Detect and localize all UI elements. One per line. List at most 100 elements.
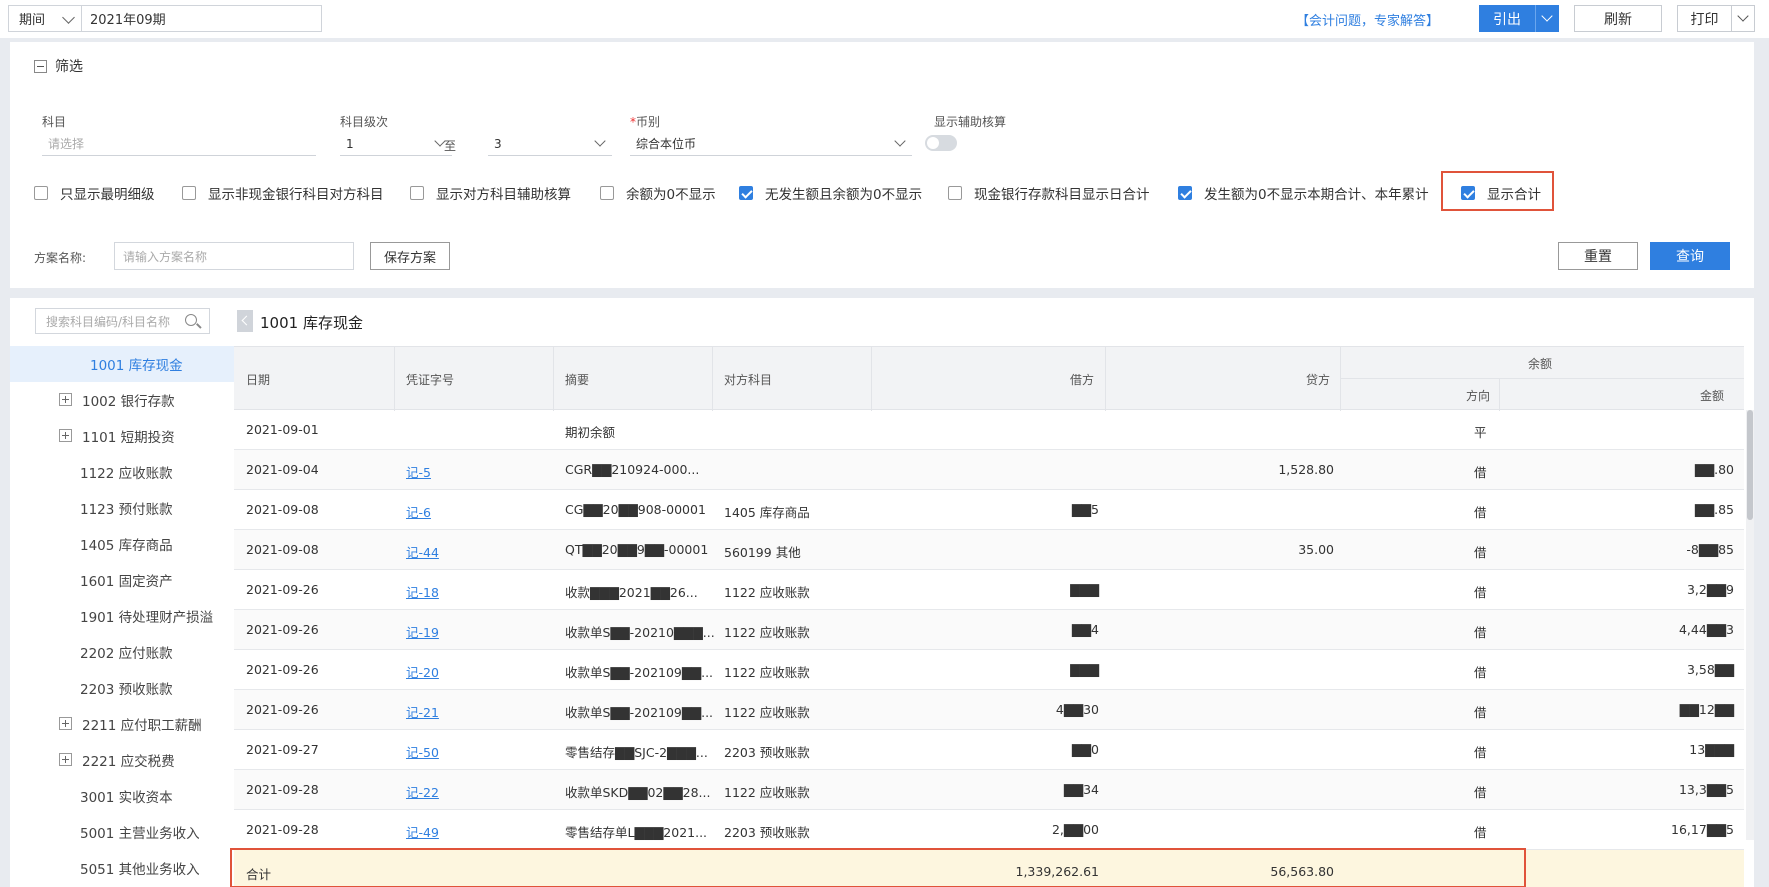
table-row[interactable]: 2021-09-27 记-50 零售结存▇▇SJC-2▇▇▇... 2203 预… <box>234 730 1744 770</box>
chevron-down-icon <box>594 135 606 147</box>
subject-select[interactable]: 请选择 <box>42 132 316 156</box>
expand-icon[interactable] <box>59 429 72 442</box>
vertical-scrollbar[interactable] <box>1746 410 1754 840</box>
tree-item[interactable]: 1122 应收账款 <box>10 454 234 490</box>
col-voucher: 凭证字号 <box>406 373 455 387</box>
table-row[interactable]: 2021-09-04 记-5 CGR▇▇210924-000... 1,528.… <box>234 450 1744 490</box>
table-row[interactable]: 2021-09-08 记-6 CG▇▇20▇▇908-00001 1405 库存… <box>234 490 1744 530</box>
cell-voucher-link[interactable]: 记-20 <box>406 662 439 681</box>
checkbox-daily-total[interactable]: 现金银行存款科目显示日合计 <box>948 183 1150 203</box>
checkbox-box-checked[interactable] <box>1178 186 1192 200</box>
cell-voucher-link[interactable]: 记-18 <box>406 582 439 601</box>
plan-name-input[interactable]: 请输入方案名称 <box>114 242 354 270</box>
account-title: 1001 库存现金 <box>260 314 363 332</box>
cell-voucher-link[interactable]: 记-50 <box>406 742 439 761</box>
cell-voucher-link[interactable]: 记-5 <box>406 462 431 481</box>
tree-item[interactable]: 1601 固定资产 <box>10 562 234 598</box>
collapse-tree-button[interactable] <box>237 310 253 332</box>
table-row[interactable]: 2021-09-28 记-49 零售结存单L▇▇▇2021... 2203 预收… <box>234 810 1744 850</box>
search-icon[interactable] <box>185 314 197 326</box>
cell-direction: 借 <box>1474 625 1487 640</box>
table-row[interactable]: 2021-09-26 记-18 收款▇▇▇2021▇▇26... 1122 应收… <box>234 570 1744 610</box>
tree-item[interactable]: 3001 实收资本 <box>10 778 234 814</box>
divider <box>712 347 713 411</box>
chevron-down-icon <box>1541 10 1553 22</box>
checkbox-leaf-only[interactable]: 只显示最明细级 <box>34 183 155 203</box>
checkbox-hide-period-total[interactable]: 发生额为0不显示本期合计、本年累计 <box>1178 183 1429 203</box>
tree-item[interactable]: 2221 应交税费 <box>10 742 234 778</box>
tree-item[interactable]: 1001 库存现金 <box>10 346 234 382</box>
cell-voucher-link[interactable]: 记-49 <box>406 822 439 841</box>
col-date: 日期 <box>246 373 271 387</box>
tree-item[interactable]: 5051 其他业务收入 <box>10 850 234 886</box>
reset-button[interactable]: 重置 <box>1558 242 1638 270</box>
tree-item-label: 1101 短期投资 <box>82 430 175 446</box>
cell-date: 2021-09-26 <box>246 702 319 717</box>
period-value-input[interactable]: 2021年09期 <box>82 5 322 32</box>
tree-item[interactable]: 1101 短期投资 <box>10 418 234 454</box>
cell-voucher-link[interactable]: 记-44 <box>406 542 439 561</box>
print-button[interactable]: 打印 <box>1677 5 1732 32</box>
tree-search-placeholder: 搜索科目编码/科目名称 <box>46 314 171 329</box>
cell-summary: 收款单S▇▇-202109▇▇... <box>565 665 714 680</box>
refresh-button[interactable]: 刷新 <box>1574 5 1662 32</box>
tree-item[interactable]: 1405 库存商品 <box>10 526 234 562</box>
table-row[interactable]: 2021-09-01 期初余额 平 <box>234 410 1744 450</box>
checkbox-box[interactable] <box>34 186 48 200</box>
expert-help-link[interactable]: 【会计问题，专家解答】 <box>1296 10 1439 29</box>
tree-item[interactable]: 1123 预付账款 <box>10 490 234 526</box>
table-row[interactable]: 2021-09-26 记-21 收款单S▇▇-202109▇▇... 1122 … <box>234 690 1744 730</box>
query-button[interactable]: 查询 <box>1650 242 1730 270</box>
export-dropdown-button[interactable] <box>1535 5 1559 32</box>
checkbox-non-cash-counter[interactable]: 显示非现金银行科目对方科目 <box>182 183 384 203</box>
filter-toggle[interactable]: 筛选 <box>34 56 83 76</box>
tree-item[interactable]: 2203 预收账款 <box>10 670 234 706</box>
col-credit: 贷方 <box>1306 373 1331 387</box>
level-to-select[interactable]: 3 <box>488 132 612 156</box>
checkbox-counter-aux[interactable]: 显示对方科目辅助核算 <box>410 183 571 203</box>
table-row[interactable]: 2021-09-28 记-22 收款单SKD▇▇02▇▇28... 1122 应… <box>234 770 1744 810</box>
currency-select[interactable]: 综合本位币 <box>630 132 912 156</box>
table-row[interactable]: 2021-09-26 记-19 收款单S▇▇-20210▇▇▇... 1122 … <box>234 610 1744 650</box>
cell-voucher-link[interactable]: 记-22 <box>406 782 439 801</box>
cell-debit: ▇▇▇ <box>1070 582 1099 597</box>
table-row[interactable]: 2021-09-26 记-20 收款单S▇▇-202109▇▇... 1122 … <box>234 650 1744 690</box>
tree-item-label: 5001 主营业务收入 <box>80 826 200 842</box>
tree-item[interactable]: 1002 银行存款 <box>10 382 234 418</box>
period-type-select[interactable]: 期间 <box>8 5 82 32</box>
cell-direction: 借 <box>1474 505 1487 520</box>
expand-icon[interactable] <box>59 717 72 730</box>
tree-item[interactable]: 2202 应付账款 <box>10 634 234 670</box>
cell-debit: ▇▇34 <box>1063 782 1099 797</box>
checkbox-box[interactable] <box>410 186 424 200</box>
scrollbar-thumb[interactable] <box>1747 410 1753 520</box>
checkbox-box[interactable] <box>600 186 614 200</box>
ledger-panel: 1001 库存现金 日期 凭证字号 摘要 对方科目 借方 贷方 余额 方向 金额… <box>230 298 1754 887</box>
save-plan-button[interactable]: 保存方案 <box>370 242 450 270</box>
aux-toggle[interactable] <box>925 135 957 151</box>
print-dropdown-button[interactable] <box>1731 5 1755 32</box>
table-row[interactable]: 2021-09-08 记-44 QT▇▇20▇▇9▇▇-00001 560199… <box>234 530 1744 570</box>
level-from-select[interactable]: 1 <box>340 132 452 156</box>
cell-voucher-link[interactable]: 记-6 <box>406 502 431 521</box>
tree-item[interactable]: 2211 应付职工薪酬 <box>10 706 234 742</box>
highlight-frame <box>1441 171 1554 211</box>
expand-icon[interactable] <box>59 753 72 766</box>
cell-voucher-link[interactable]: 记-19 <box>406 622 439 641</box>
checkbox-box-checked[interactable] <box>739 186 753 200</box>
checkbox-box[interactable] <box>182 186 196 200</box>
checkbox-hide-no-activity[interactable]: 无发生额且余额为0不显示 <box>739 183 922 203</box>
checkbox-box[interactable] <box>948 186 962 200</box>
export-button[interactable]: 引出 <box>1479 5 1535 32</box>
tree-item-label: 1001 库存现金 <box>90 358 183 374</box>
checkbox-hide-zero-balance[interactable]: 余额为0不显示 <box>600 183 716 203</box>
tree-item[interactable]: 5001 主营业务收入 <box>10 814 234 850</box>
cell-voucher-link[interactable]: 记-21 <box>406 702 439 721</box>
cell-direction: 借 <box>1474 785 1487 800</box>
tree-item[interactable]: 1901 待处理财产损溢 <box>10 598 234 634</box>
tree-search-input[interactable]: 搜索科目编码/科目名称 <box>35 308 210 334</box>
tree-item-label: 1405 库存商品 <box>80 538 173 554</box>
expand-icon[interactable] <box>59 393 72 406</box>
checkbox-label: 发生额为0不显示本期合计、本年累计 <box>1204 187 1429 203</box>
cell-amount: 13,3▇▇5 <box>1678 782 1734 797</box>
